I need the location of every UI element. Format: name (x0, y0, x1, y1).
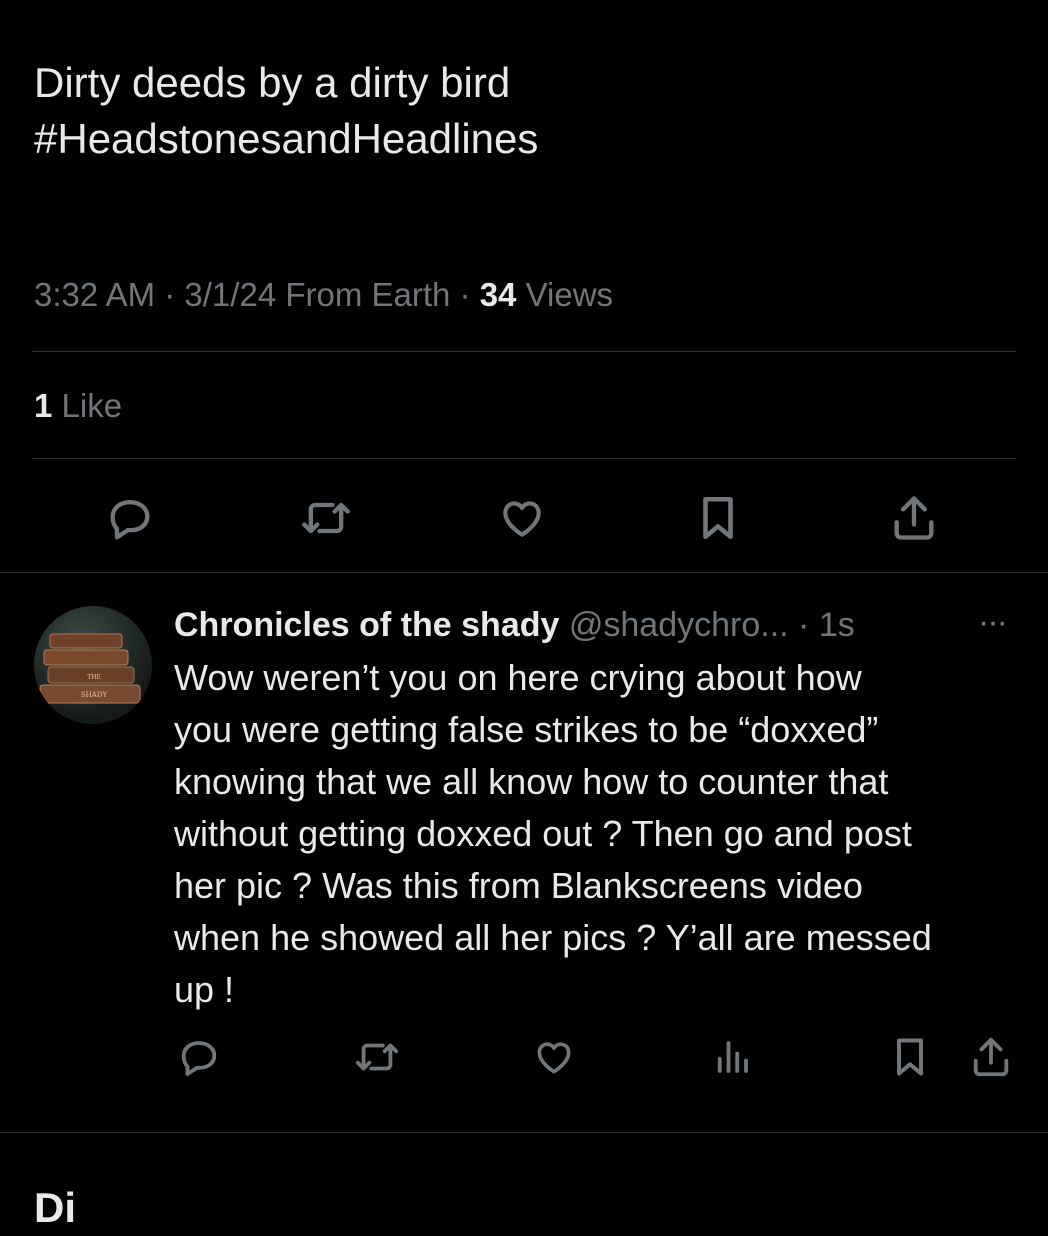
svg-text:SHADY: SHADY (81, 691, 108, 699)
reply-text-line: Wow weren’t you on here crying about how (174, 657, 862, 698)
share-icon (894, 496, 934, 540)
share-icon (973, 1037, 1009, 1077)
divider (0, 1132, 1048, 1133)
reply-icon (110, 500, 150, 540)
reply-button[interactable] (100, 490, 160, 546)
reply-text-line: up ! (174, 969, 235, 1010)
reply-text-line: knowing that we all know how to counter … (174, 761, 889, 802)
divider (0, 572, 1048, 573)
tweet-time[interactable]: 3:32 AM (34, 276, 155, 313)
likes-label: Like (61, 387, 123, 424)
tweet-text: Dirty deeds by a dirty bird #Headstonesa… (34, 55, 1014, 167)
views-label: Views (525, 276, 614, 313)
tweet-source: From Earth (285, 276, 451, 313)
views-count: 34 (479, 276, 517, 313)
tweet-date[interactable]: 3/1/24 (184, 276, 276, 313)
reply-text-line: you were getting false strikes to be “do… (174, 709, 879, 750)
like-icon (537, 1042, 571, 1074)
share-button[interactable] (884, 490, 944, 546)
next-item-peek: Di (34, 1184, 76, 1231)
divider (32, 458, 1016, 459)
bookmark-icon (896, 1038, 924, 1076)
reply-icon (181, 1041, 217, 1076)
likes-summary[interactable]: 1 Like (34, 383, 122, 429)
more-options-button[interactable]: ··· (970, 602, 1014, 648)
like-button[interactable] (492, 490, 552, 546)
reply-like-button[interactable] (528, 1032, 580, 1082)
reply-reply-button[interactable] (174, 1032, 224, 1082)
reply-time[interactable]: 1s (819, 606, 855, 644)
reply-display-name[interactable]: Chronicles of the shady (174, 606, 559, 644)
avatar[interactable]: THE SHADY (34, 606, 152, 724)
reply-header: Chronicles of the shady @shadychro... · … (174, 606, 855, 644)
tweet-meta: 3:32 AM · 3/1/24 From Earth · 34 Views (34, 276, 614, 313)
retweet-button[interactable] (296, 490, 356, 546)
reply-text-line: her pic ? Was this from Blankscreens vid… (174, 865, 863, 906)
reply-bookmark-button[interactable] (886, 1032, 934, 1082)
books-avatar-image: THE SHADY (39, 633, 141, 704)
bookmark-button[interactable] (688, 490, 748, 546)
reply-text: Wow weren’t you on here crying about how… (174, 652, 1024, 1016)
reply-share-button[interactable] (966, 1032, 1016, 1082)
bookmark-icon (703, 496, 733, 540)
tweet-text-line-1: Dirty deeds by a dirty bird (34, 59, 511, 106)
reply-text-line: without getting doxxed out ? Then go and… (174, 813, 912, 854)
divider (32, 351, 1016, 352)
reply-text-line: when he showed all her pics ? Y’all are … (174, 917, 932, 958)
svg-text:THE: THE (87, 674, 101, 681)
like-icon (503, 501, 541, 537)
reply-retweet-button[interactable] (350, 1032, 404, 1082)
reply-handle[interactable]: @shadychro... (569, 606, 789, 644)
reply-analytics-button[interactable] (708, 1032, 756, 1082)
analytics-icon (717, 1041, 748, 1073)
retweet-icon (302, 502, 350, 534)
likes-count: 1 (34, 387, 53, 424)
tweet-hashtag[interactable]: #HeadstonesandHeadlines (34, 111, 1014, 167)
retweet-icon (355, 1043, 399, 1071)
